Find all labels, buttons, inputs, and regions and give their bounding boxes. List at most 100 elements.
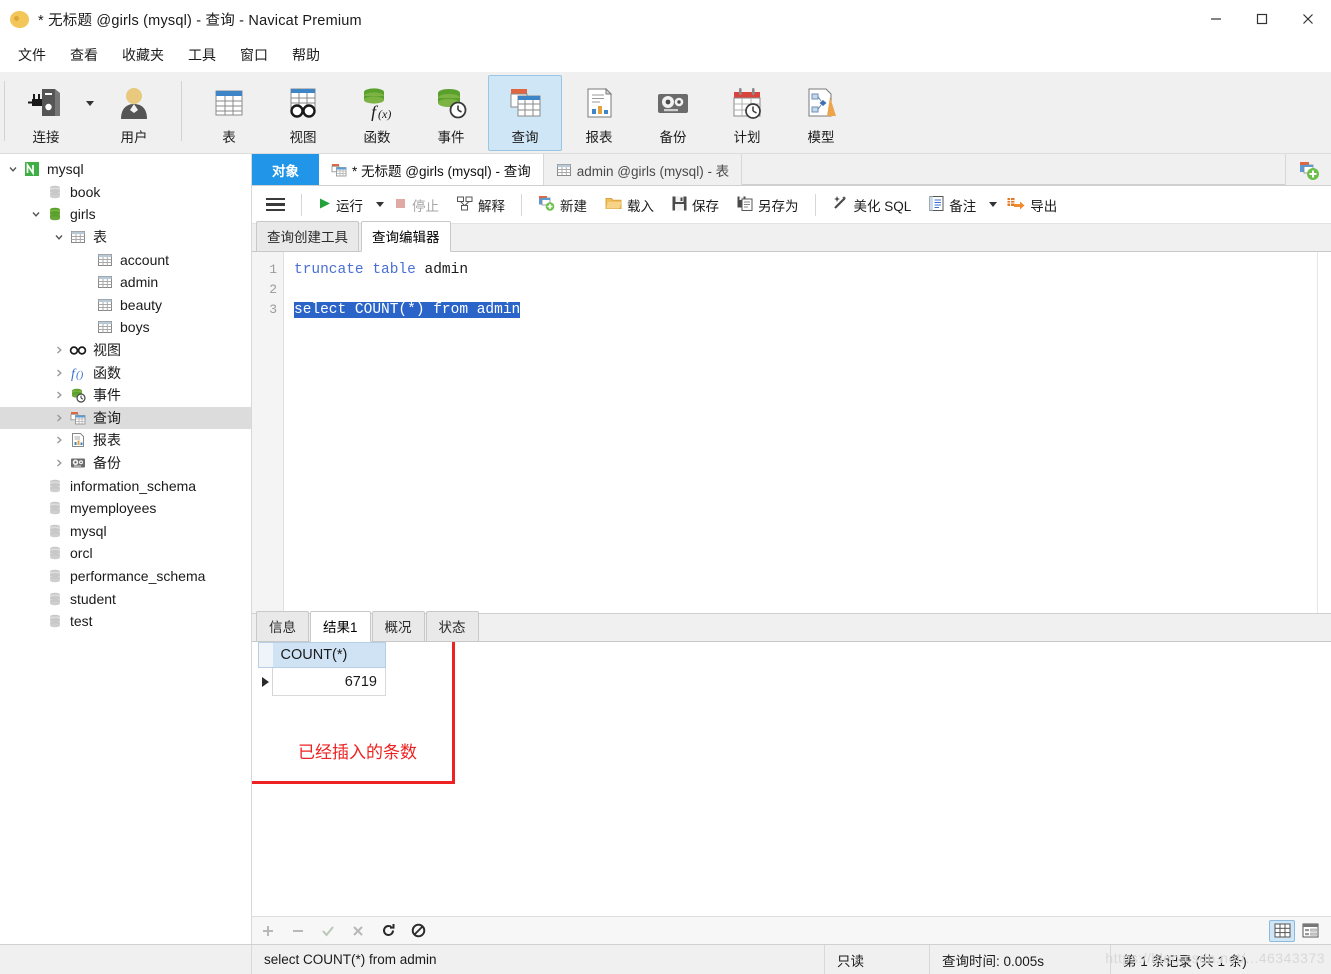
note-button[interactable]: 备注 <box>921 190 984 220</box>
table-row[interactable]: 6719 <box>258 667 386 696</box>
run-dropdown-arrow[interactable] <box>376 202 384 207</box>
result-grid[interactable]: COUNT(*) 6719 <box>258 642 386 696</box>
toolbar-model-button[interactable]: 模型 <box>784 75 858 151</box>
tree-node-events-folder[interactable]: 事件 <box>0 384 251 407</box>
stop-button[interactable]: 停止 <box>386 190 447 220</box>
chevron-right-icon[interactable] <box>50 435 68 445</box>
tree-node-test[interactable]: test <box>0 610 251 633</box>
toolbar-query-button[interactable]: 查询 <box>488 75 562 151</box>
menu-window[interactable]: 窗口 <box>228 41 280 69</box>
menu-file[interactable]: 文件 <box>6 41 58 69</box>
toolbar-backup-button[interactable]: 备份 <box>636 75 710 151</box>
toolbar-connection-button[interactable]: 连接 <box>9 75 83 151</box>
toolbar-report-button[interactable]: 报表 <box>562 75 636 151</box>
grid-view-button[interactable] <box>1269 919 1295 942</box>
menu-tools[interactable]: 工具 <box>176 41 228 69</box>
sql-editor[interactable]: 1 2 3 truncate table admin select COUNT(… <box>252 252 1331 614</box>
tree-node-orcl[interactable]: orcl <box>0 542 251 565</box>
tree-node-girls[interactable]: girls <box>0 203 251 226</box>
chevron-down-icon[interactable] <box>4 164 22 174</box>
toolbar-view-button[interactable]: 视图 <box>266 75 340 151</box>
beautify-sql-button[interactable]: 美化 SQL <box>824 190 920 220</box>
cancel-change-icon[interactable] <box>350 923 366 939</box>
backup-icon <box>654 82 692 124</box>
export-button[interactable]: 导出 <box>999 190 1065 220</box>
tab-objects[interactable]: 对象 <box>252 154 319 185</box>
chevron-right-icon[interactable] <box>50 458 68 468</box>
toolbar-function-button[interactable]: f (x) 函数 <box>340 75 414 151</box>
new-query-tab-button[interactable] <box>1285 154 1331 185</box>
chevron-right-icon[interactable] <box>50 390 68 400</box>
tree-node-views-folder[interactable]: 视图 <box>0 339 251 362</box>
tree-node-table-account[interactable]: account <box>0 248 251 271</box>
chevron-right-icon[interactable] <box>50 368 68 378</box>
toolbar-schedule-button[interactable]: 计划 <box>710 75 784 151</box>
explain-button[interactable]: 解释 <box>449 190 513 220</box>
tab-admin-table[interactable]: admin @girls (mysql) - 表 <box>543 154 743 185</box>
tree-node-reports-folder[interactable]: 报表 <box>0 429 251 452</box>
query-menu-button[interactable] <box>258 192 293 218</box>
result-tab-info[interactable]: 信息 <box>256 611 309 641</box>
connection-dropdown-arrow[interactable] <box>83 75 97 151</box>
column-header-count[interactable]: COUNT(*) <box>272 642 386 668</box>
menu-favorites[interactable]: 收藏夹 <box>110 41 176 69</box>
tree-node-table-beauty[interactable]: beauty <box>0 294 251 317</box>
tree-node-book[interactable]: book <box>0 181 251 204</box>
tree-node-backups-folder[interactable]: 备份 <box>0 452 251 475</box>
sql-code-area[interactable]: truncate table admin select COUNT(*) fro… <box>284 252 1331 613</box>
toolbar-event-button[interactable]: 事件 <box>414 75 488 151</box>
editor-scrollbar[interactable] <box>1317 252 1331 613</box>
note-dropdown-arrow[interactable] <box>989 202 998 207</box>
save-as-button-label: 另存为 <box>758 198 799 214</box>
menu-help[interactable]: 帮助 <box>280 41 332 69</box>
run-button[interactable]: 运行 <box>310 190 371 220</box>
stop-icon[interactable] <box>410 923 426 939</box>
chevron-right-icon[interactable] <box>50 345 68 355</box>
result-tab-result1[interactable]: 结果1 <box>310 611 371 642</box>
chevron-down-icon[interactable] <box>27 209 45 219</box>
tree-node-table-boys[interactable]: boys <box>0 316 251 339</box>
tree-node-label: 报表 <box>93 432 121 449</box>
status-readonly: 只读 <box>837 953 864 969</box>
maximize-button[interactable] <box>1239 0 1285 38</box>
refresh-icon[interactable] <box>380 923 396 939</box>
object-tree-sidebar[interactable]: mysql book girls 表 account admin beauty … <box>0 154 252 944</box>
chevron-right-icon[interactable] <box>50 413 68 423</box>
stop-button-label: 停止 <box>412 198 439 214</box>
subtab-query-builder[interactable]: 查询创建工具 <box>256 221 359 251</box>
save-button[interactable]: 保存 <box>664 190 727 220</box>
tree-node-mysql-connection[interactable]: mysql <box>0 158 251 181</box>
toolbar-table-button[interactable]: 表 <box>192 75 266 151</box>
tree-node-functions-folder[interactable]: f() 函数 <box>0 361 251 384</box>
form-view-button[interactable] <box>1297 920 1323 942</box>
add-record-icon[interactable] <box>260 923 276 939</box>
tree-node-label: 查询 <box>93 409 121 426</box>
main-toolbar: 连接 用户 表 视图 f (x) 函数 事件 查询 报表 备份 计划 模型 <box>0 72 1331 154</box>
toolbar-group-connection: 连接 用户 <box>9 75 171 151</box>
toolbar-user-button[interactable]: 用户 <box>97 75 171 151</box>
tree-node-myemployees[interactable]: myemployees <box>0 497 251 520</box>
tree-node-mysql-db[interactable]: mysql <box>0 520 251 543</box>
minimize-button[interactable] <box>1193 0 1239 38</box>
save-as-button[interactable]: 另存为 <box>729 190 807 220</box>
view-icon <box>284 82 322 124</box>
result-tab-profile[interactable]: 概况 <box>371 611 425 641</box>
tree-node-student[interactable]: student <box>0 587 251 610</box>
subtab-query-editor[interactable]: 查询编辑器 <box>361 221 451 252</box>
tree-node-queries-folder[interactable]: 查询 <box>0 406 251 430</box>
tree-node-information-schema[interactable]: information_schema <box>0 474 251 497</box>
apply-change-icon[interactable] <box>320 923 336 939</box>
load-button[interactable]: 载入 <box>597 190 662 220</box>
new-query-button[interactable]: 新建 <box>530 190 595 220</box>
tab-query-editor[interactable]: * 无标题 @girls (mysql) - 查询 <box>319 154 544 185</box>
cell-count-value[interactable]: 6719 <box>272 667 386 696</box>
tree-node-tables-folder[interactable]: 表 <box>0 226 251 249</box>
chevron-down-icon[interactable] <box>50 232 68 242</box>
result-tab-status[interactable]: 状态 <box>425 611 479 641</box>
tree-node-label: boys <box>120 319 150 336</box>
menu-view[interactable]: 查看 <box>58 41 110 69</box>
remove-record-icon[interactable] <box>290 923 306 939</box>
close-button[interactable] <box>1285 0 1331 38</box>
tree-node-table-admin[interactable]: admin <box>0 271 251 294</box>
tree-node-performance-schema[interactable]: performance_schema <box>0 565 251 588</box>
